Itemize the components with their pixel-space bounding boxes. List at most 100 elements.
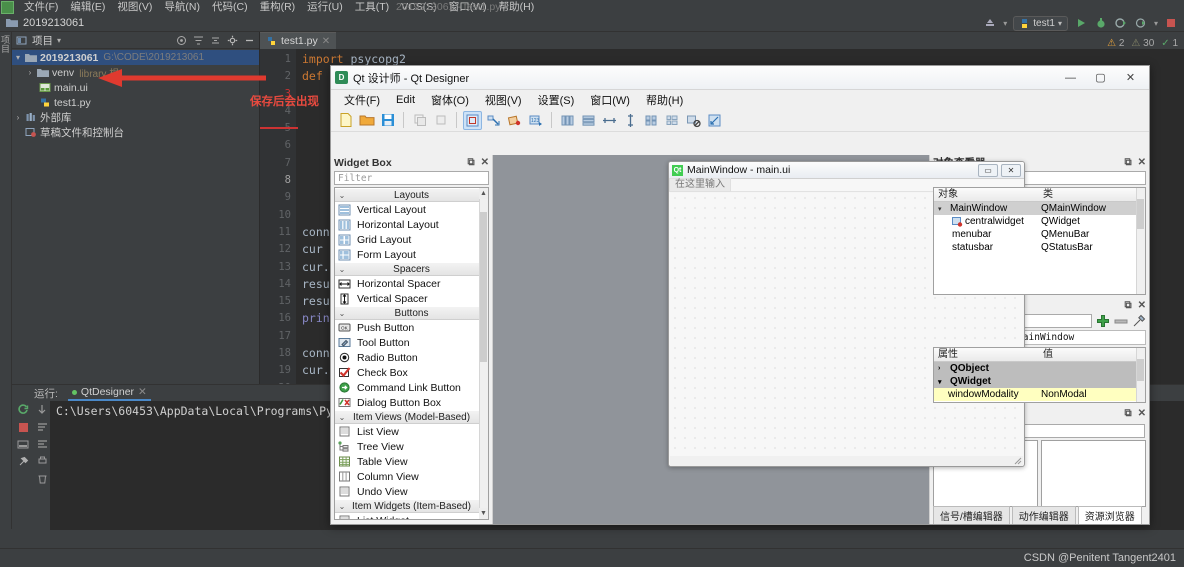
add-property-icon[interactable] [1096,314,1110,328]
chevron-down-icon[interactable]: ▾ [12,53,24,62]
run-tab-qtdesigner[interactable]: QtDesigner ✕ [67,385,151,401]
menu-item-file[interactable]: 文件(F) [18,0,64,14]
run-configuration-selector[interactable]: test1 ▾ [1013,15,1068,31]
widget-group-layouts[interactable]: ⌄ Layouts [335,188,488,202]
chevron-right-icon[interactable]: › [24,68,36,77]
object-row-menubar[interactable]: menubar QMenuBar [934,228,1145,241]
editor-tab-test1-py[interactable]: test1.py ✕ [260,32,337,49]
resource-list-pane[interactable] [1041,440,1146,507]
more-run-options-icon[interactable]: ▾ [1154,19,1158,28]
scroll-down-icon[interactable] [37,404,47,415]
new-form-icon[interactable] [336,111,355,130]
chevron-down-icon[interactable]: ▾ [938,205,950,213]
menu-item-run[interactable]: 运行(U) [301,0,349,14]
restore-layout-icon[interactable] [17,439,29,450]
resize-grip-icon[interactable] [1014,457,1022,465]
edit-buddies-mode-icon[interactable] [505,111,524,130]
widget-item-list-widget[interactable]: List Widget [335,513,488,519]
redo-icon[interactable] [431,111,450,130]
close-icon[interactable]: ✕ [1138,300,1146,311]
check-count[interactable]: ✓ 1 [1161,38,1178,49]
widget-item-horizontal-spacer[interactable]: Horizontal Spacer [335,276,488,291]
menu-item-tools[interactable]: 工具(T) [349,0,395,14]
rerun-icon[interactable] [17,404,29,416]
chevron-down-icon[interactable]: ▾ [938,378,950,386]
qt-menu-edit[interactable]: Edit [389,93,422,107]
expand-all-icon[interactable] [192,34,205,47]
widget-item-vertical-spacer[interactable]: Vertical Spacer [335,291,488,306]
qt-menu-help[interactable]: 帮助(H) [639,91,690,109]
qt-menu-view[interactable]: 视图(V) [478,91,529,109]
stop-button[interactable] [1164,16,1178,30]
undo-icon[interactable] [410,111,429,130]
qt-menu-window[interactable]: 窗口(W) [583,91,637,109]
property-editor-grid[interactable]: 属性 值 › QObject ▾ QWidget windowModality No… [933,347,1146,403]
column-header-value[interactable]: 值 [1039,348,1145,361]
widget-item-form-layout[interactable]: Form Layout [335,247,488,262]
close-icon[interactable]: ✕ [1001,163,1021,177]
sidebar-tab-project[interactable]: 项目 [0,32,12,56]
clear-all-icon[interactable] [37,473,48,484]
scroll-to-end-icon[interactable] [37,439,48,449]
chevron-down-icon[interactable]: ⌄ [335,309,349,318]
form-statusbar[interactable] [670,456,1023,466]
profile-run-button[interactable] [1134,16,1148,30]
collapse-all-icon[interactable] [209,34,222,47]
menu-item-edit[interactable]: 编辑(E) [64,0,111,14]
edit-widgets-mode-icon[interactable] [463,110,482,130]
widget-item-tool-button[interactable]: Tool Button [335,335,488,350]
widget-group-spacers[interactable]: ⌄ Spacers [335,262,488,276]
minimize-icon[interactable]: — [1056,68,1085,88]
float-dock-icon[interactable]: ⧉ [467,157,474,168]
tree-item-external-libraries[interactable]: › 外部库 [12,110,259,125]
scrollbar-thumb[interactable] [1137,359,1144,381]
object-row-statusbar[interactable]: statusbar QStatusBar [934,241,1145,254]
designer-workspace[interactable]: Qt MainWindow - main.ui ▭ ✕ 在这里输入 [493,155,1025,524]
widget-item-grid-layout[interactable]: Grid Layout [335,232,488,247]
qt-menu-form[interactable]: 窗体(O) [424,91,476,109]
chevron-down-icon[interactable]: ⌄ [335,413,349,422]
widget-item-tree-view[interactable]: Tree View [335,439,488,454]
weak-warning-count[interactable]: ⚠ 30 [1131,38,1154,49]
property-value[interactable]: NonModal [1039,389,1145,400]
edit-signals-slots-mode-icon[interactable] [484,111,503,130]
chevron-right-icon[interactable]: › [12,113,24,122]
run-button[interactable] [1074,16,1088,30]
project-panel-dropdown-icon[interactable]: ▾ [57,36,61,45]
save-form-icon[interactable] [378,111,397,130]
object-row-mainwindow[interactable]: ▾ MainWindow QMainWindow [934,202,1145,215]
layout-in-splitter-vertical-icon[interactable] [621,111,640,130]
widget-box-list[interactable]: ⌄ Layouts Vertical Layout Horizontal Lay… [334,187,489,520]
float-dock-icon[interactable]: ⧉ [1124,408,1131,419]
column-header-object[interactable]: 对象 [934,188,1039,201]
widget-group-item-views[interactable]: ⌄ Item Views (Model-Based) [335,410,488,424]
tab-action-editor[interactable]: 动作编辑器 [1011,506,1076,524]
close-icon[interactable]: ✕ [481,157,489,168]
column-header-property[interactable]: 属性 [934,348,1039,361]
object-row-centralwidget[interactable]: centralwidget QWidget [934,215,1145,228]
object-inspector-tree[interactable]: 对象 类 ▾ MainWindow QMainWindow centralwidg… [933,187,1146,295]
select-opened-file-icon[interactable] [175,34,188,47]
column-header-class[interactable]: 类 [1039,188,1145,201]
float-dock-icon[interactable]: ⧉ [1124,157,1131,168]
sidebar-tab-structure[interactable] [0,56,12,62]
close-icon[interactable]: ✕ [138,386,147,398]
layout-in-grid-icon[interactable] [642,111,661,130]
tree-item-project-root[interactable]: ▾ 2019213061 G:\CODE\2019213061 [12,50,259,65]
widget-item-dialog-button-box[interactable]: Dialog Button Box [335,395,488,410]
widget-box-filter-input[interactable]: Filter [334,171,489,185]
layout-vertically-icon[interactable] [579,111,598,130]
debug-button[interactable] [1094,16,1108,30]
menu-item-refactor[interactable]: 重构(R) [254,0,302,14]
widget-group-buttons[interactable]: ⌄ Buttons [335,306,488,320]
close-icon[interactable]: ✕ [1138,408,1146,419]
property-group-qwidget[interactable]: ▾ QWidget [934,375,1145,388]
widget-item-table-view[interactable]: Table View [335,454,488,469]
scrollbar-thumb[interactable] [480,212,487,362]
widget-item-command-link-button[interactable]: Command Link Button [335,380,488,395]
chevron-down-icon[interactable]: ⌄ [335,502,349,511]
qt-designer-title-bar[interactable]: D Qt 设计师 - Qt Designer — ▢ ✕ [331,66,1149,90]
pin-icon[interactable] [17,456,29,468]
property-editor-scrollbar[interactable] [1136,348,1145,402]
profile-icon[interactable] [983,16,997,30]
